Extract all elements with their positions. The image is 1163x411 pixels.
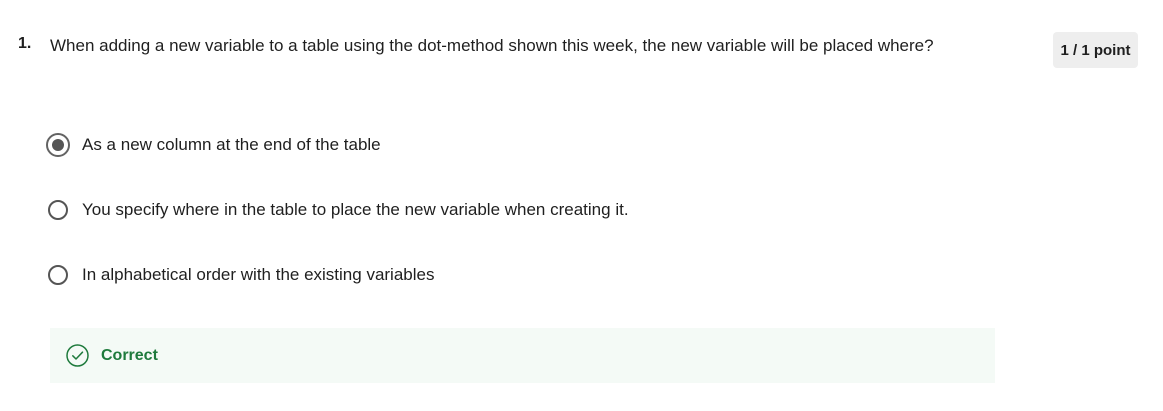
question-number: 1. xyxy=(18,35,32,52)
points-badge: 1 / 1 point xyxy=(1053,32,1138,68)
option-label: You specify where in the table to place … xyxy=(82,200,629,219)
option-1[interactable]: As a new column at the end of the table xyxy=(46,133,381,157)
feedback-label: Correct xyxy=(101,346,158,364)
radio-button[interactable] xyxy=(48,265,68,285)
radio-button[interactable] xyxy=(48,200,68,220)
option-label: As a new column at the end of the table xyxy=(82,135,381,154)
radio-dot xyxy=(52,139,64,151)
question-text: When adding a new variable to a table us… xyxy=(50,36,934,55)
check-circle-icon xyxy=(66,344,89,367)
quiz-question: 1. When adding a new variable to a table… xyxy=(0,0,1163,411)
option-2[interactable]: You specify where in the table to place … xyxy=(48,200,629,220)
option-3[interactable]: In alphabetical order with the existing … xyxy=(48,265,434,285)
option-label: In alphabetical order with the existing … xyxy=(82,265,435,284)
radio-button-selected[interactable] xyxy=(46,133,70,157)
feedback-panel: Correct xyxy=(50,328,995,383)
